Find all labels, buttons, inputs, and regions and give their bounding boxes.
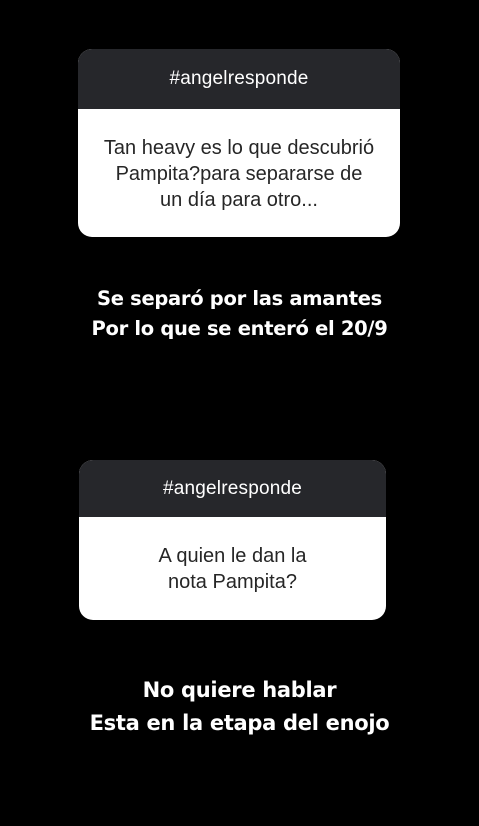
answer-line: Esta en la etapa del enojo [89,711,390,735]
question-sticker-header: #angelresponde [79,460,386,517]
answer-text: No quiere hablar Esta en la etapa del en… [0,674,479,740]
question-sticker-text: A quien le dan la nota Pampita? [79,517,386,620]
answer-line: No quiere hablar [142,678,337,702]
question-line: Pampita?para separarse de [115,163,363,185]
answer-line: Se separó por las amantes [97,287,382,310]
answer-text: Se separó por las amantes Por lo que se … [0,284,479,344]
question-sticker-text: Tan heavy es lo que descubrió Pampita?pa… [78,109,400,237]
question-sticker-header: #angelresponde [78,49,400,109]
question-line: Tan heavy es lo que descubrió [103,137,375,159]
question-sticker: #angelresponde Tan heavy es lo que descu… [78,49,400,237]
answer-line: Por lo que se enteró el 20/9 [91,317,388,340]
question-line: A quien le dan la [158,544,307,567]
question-line: un día para otro... [160,189,318,211]
question-line: nota Pampita? [168,570,297,593]
question-sticker: #angelresponde A quien le dan la nota Pa… [79,460,386,620]
